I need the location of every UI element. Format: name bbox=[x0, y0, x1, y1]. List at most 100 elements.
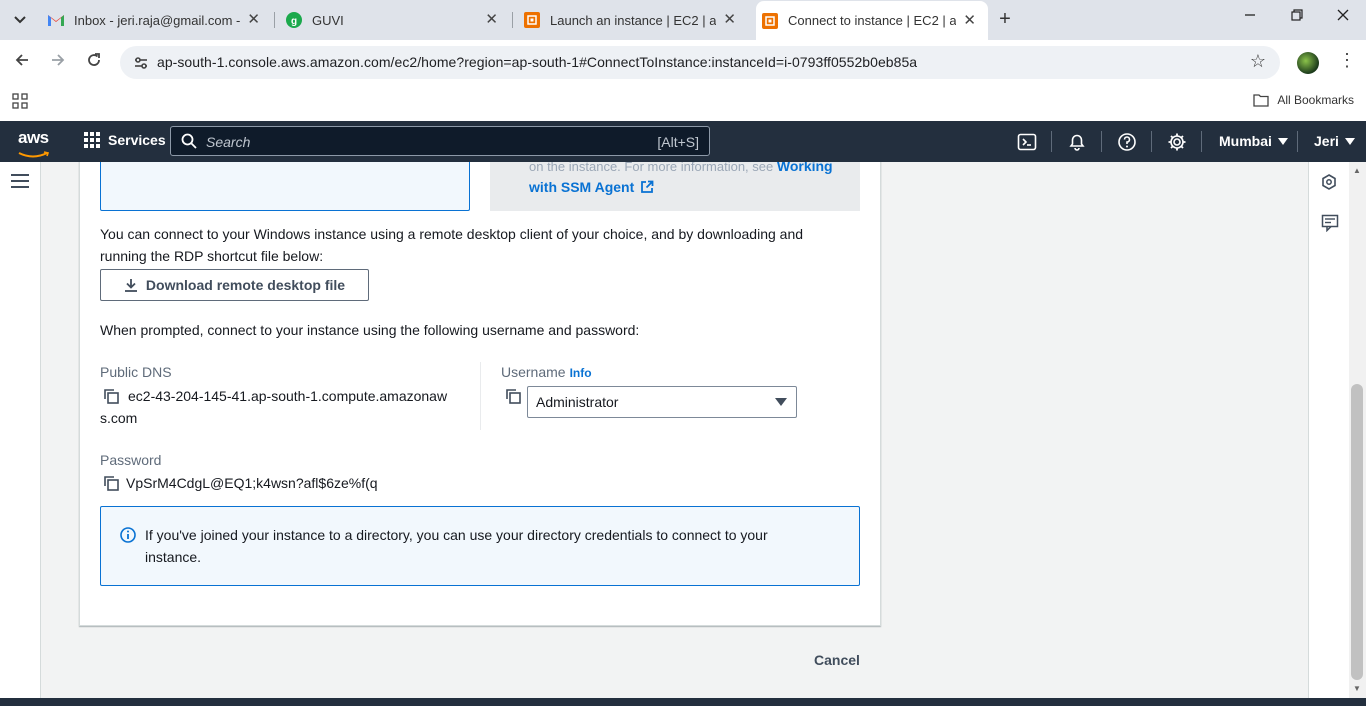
folder-icon bbox=[1253, 94, 1269, 107]
aws-logo-text: aws bbox=[18, 128, 49, 147]
apps-grid-icon[interactable] bbox=[12, 93, 28, 109]
page-scrollbar[interactable]: ▲ ▼ bbox=[1349, 162, 1366, 698]
cancel-button[interactable]: Cancel bbox=[814, 652, 860, 668]
tab-title: Inbox - jeri.raja@gmail.com - G bbox=[74, 12, 240, 28]
username-select[interactable]: Administrator bbox=[527, 386, 797, 418]
notifications-bell-icon[interactable] bbox=[1067, 132, 1087, 152]
external-link-icon bbox=[641, 180, 654, 193]
browser-tab-strip: Inbox - jeri.raja@gmail.com - G ✕ g GUVI… bbox=[0, 0, 1366, 40]
aws-logo[interactable]: aws bbox=[18, 128, 50, 158]
close-tab-icon[interactable]: ✕ bbox=[723, 12, 736, 28]
tab-separator bbox=[512, 12, 513, 28]
password-label: Password bbox=[100, 452, 162, 468]
copy-icon[interactable] bbox=[103, 388, 119, 404]
profile-avatar[interactable] bbox=[1297, 52, 1319, 74]
tab-launch-instance[interactable]: Launch an instance | EC2 | ap-sc ✕ bbox=[524, 0, 746, 40]
nav-divider bbox=[1101, 131, 1102, 152]
tab-gmail[interactable]: Inbox - jeri.raja@gmail.com - G ✕ bbox=[48, 0, 270, 40]
aws-ec2-icon bbox=[762, 12, 778, 29]
gmail-icon bbox=[48, 12, 64, 28]
column-divider bbox=[480, 362, 481, 430]
tab-connect-instance[interactable]: Connect to instance | EC2 | ap-s ✕ bbox=[756, 1, 988, 40]
public-dns-value: ec2-43-204-145-41.ap-south-1.compute.ama… bbox=[128, 385, 447, 407]
window-close-icon[interactable] bbox=[1331, 8, 1355, 26]
ssm-faded-text: on the instance. For more information, s… bbox=[529, 162, 774, 174]
aws-footer-bar bbox=[0, 698, 1366, 706]
tab-title: Connect to instance | EC2 | ap-s bbox=[788, 13, 956, 28]
copy-icon[interactable] bbox=[505, 388, 521, 404]
help-icon[interactable] bbox=[1117, 132, 1137, 152]
all-bookmarks-label: All Bookmarks bbox=[1277, 93, 1354, 107]
site-info-icon[interactable] bbox=[132, 54, 150, 72]
tab-separator bbox=[274, 12, 275, 28]
nav-divider bbox=[1151, 131, 1152, 152]
public-dns-line2: s.com bbox=[100, 410, 138, 426]
services-menu[interactable]: Services bbox=[84, 132, 166, 148]
aws-smile-icon bbox=[18, 151, 50, 158]
hamburger-menu-icon[interactable] bbox=[11, 174, 29, 188]
public-dns-line1: ec2-43-204-145-41.ap-south-1.compute.ama… bbox=[128, 388, 448, 404]
hexagon-panel-icon[interactable] bbox=[1321, 174, 1337, 190]
search-icon bbox=[181, 133, 197, 149]
account-menu[interactable]: Jeri bbox=[1314, 133, 1355, 149]
ssm-agent-link-line2[interactable]: with SSM Agent bbox=[529, 179, 654, 195]
tab-title: GUVI bbox=[312, 12, 344, 28]
restore-icon[interactable] bbox=[1285, 8, 1309, 26]
tab-title: Launch an instance | EC2 | ap-sc bbox=[550, 12, 716, 28]
caret-down-icon bbox=[1344, 137, 1355, 145]
close-tab-icon[interactable]: ✕ bbox=[247, 12, 260, 28]
browser-toolbar: ap-south-1.console.aws.amazon.com/ec2/ho… bbox=[0, 40, 1366, 85]
minimize-icon[interactable] bbox=[1238, 8, 1262, 26]
bookmarks-bar: All Bookmarks bbox=[0, 85, 1366, 121]
rdp-intro-line2: running the RDP shortcut file below: bbox=[100, 248, 324, 264]
back-arrow-icon[interactable] bbox=[12, 52, 32, 72]
all-bookmarks[interactable]: All Bookmarks bbox=[1253, 93, 1354, 107]
aws-search-input[interactable]: Search [Alt+S] bbox=[170, 126, 710, 156]
caret-down-icon bbox=[775, 398, 787, 406]
connect-card: on the instance. For more information, s… bbox=[79, 162, 881, 626]
forward-arrow-icon[interactable] bbox=[48, 52, 68, 72]
nav-divider bbox=[1051, 131, 1052, 152]
svg-text:g: g bbox=[291, 16, 297, 27]
close-tab-icon[interactable]: ✕ bbox=[963, 13, 976, 29]
region-label: Mumbai bbox=[1219, 133, 1272, 149]
tab-guvi[interactable]: g GUVI ✕ bbox=[286, 0, 508, 40]
scrollbar-thumb[interactable] bbox=[1351, 384, 1363, 680]
search-placeholder: Search bbox=[206, 134, 251, 150]
main-content: on the instance. For more information, s… bbox=[41, 162, 1308, 698]
close-tab-icon[interactable]: ✕ bbox=[485, 12, 498, 28]
browser-menu-icon[interactable]: ⋮ bbox=[1338, 50, 1356, 71]
account-label: Jeri bbox=[1314, 133, 1339, 149]
search-shortcut: [Alt+S] bbox=[657, 134, 699, 150]
alert-text: If you've joined your instance to a dire… bbox=[145, 524, 825, 568]
region-selector[interactable]: Mumbai bbox=[1219, 133, 1288, 149]
rdp-intro: You can connect to your Windows instance… bbox=[100, 223, 803, 267]
ssm-agent-link[interactable]: Working bbox=[777, 162, 833, 174]
aws-ec2-icon bbox=[524, 12, 540, 28]
scroll-up-arrow-icon[interactable]: ▲ bbox=[1353, 166, 1361, 175]
prompt-text: When prompted, connect to your instance … bbox=[100, 322, 640, 338]
directory-info-alert: If you've joined your instance to a dire… bbox=[100, 506, 860, 586]
utility-rail bbox=[1308, 162, 1349, 698]
cloudshell-icon[interactable] bbox=[1017, 132, 1037, 152]
ssm-description: on the instance. For more information, s… bbox=[529, 162, 833, 174]
download-icon bbox=[124, 279, 137, 292]
address-bar[interactable]: ap-south-1.console.aws.amazon.com/ec2/ho… bbox=[120, 46, 1280, 79]
rdp-client-option-tile[interactable] bbox=[100, 162, 470, 211]
side-nav-rail bbox=[0, 162, 41, 698]
settings-gear-icon[interactable] bbox=[1167, 132, 1187, 152]
copy-icon[interactable] bbox=[103, 475, 119, 491]
guvi-icon: g bbox=[286, 12, 302, 28]
scroll-down-arrow-icon[interactable]: ▼ bbox=[1353, 684, 1361, 693]
download-remote-desktop-file-button[interactable]: Download remote desktop file bbox=[100, 269, 369, 301]
alert-line2: instance. bbox=[145, 549, 202, 565]
ssm-option-tile: on the instance. For more information, s… bbox=[490, 162, 860, 211]
public-dns-label: Public DNS bbox=[100, 364, 172, 380]
reload-icon[interactable] bbox=[84, 52, 104, 72]
username-info-link[interactable]: Info bbox=[570, 366, 592, 380]
tab-search-chevron-icon[interactable] bbox=[8, 8, 32, 32]
bookmark-star-icon[interactable]: ☆ bbox=[1250, 51, 1266, 72]
aws-top-nav: aws Services Search [Alt+S] Mumbai Jeri bbox=[0, 121, 1366, 162]
new-tab-plus-icon[interactable]: + bbox=[994, 9, 1016, 31]
feedback-panel-icon[interactable] bbox=[1321, 214, 1339, 232]
